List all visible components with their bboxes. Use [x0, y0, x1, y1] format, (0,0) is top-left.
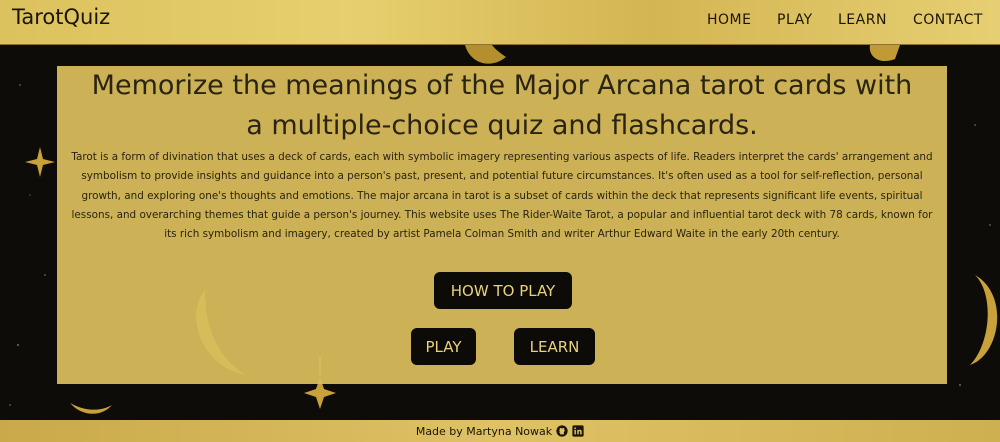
nav-play[interactable]: PLAY [777, 12, 813, 28]
nav-learn[interactable]: LEARN [838, 12, 887, 28]
nav-home[interactable]: HOME [707, 12, 751, 28]
page-title-line-1: Memorize the meanings of the Major Arcan… [91, 70, 913, 101]
github-icon[interactable] [556, 425, 568, 437]
footer-credit: Made by Martyna Nowak [415, 424, 553, 438]
linkedin-icon[interactable] [572, 425, 584, 437]
footer: Made by Martyna Nowak [0, 420, 1000, 442]
nav-contact[interactable]: CONTACT [913, 12, 983, 28]
navbar: TarotQuiz HOME PLAY LEARN CONTACT [0, 0, 1000, 45]
play-button[interactable]: PLAY [411, 328, 476, 365]
page-title-line-2: a multiple-choice quiz and flashcards. [246, 110, 758, 141]
intro-panel: Memorize the meanings of the Major Arcan… [57, 66, 947, 384]
tarot-description: Tarot is a form of divination that uses … [71, 151, 933, 241]
page-title: Memorize the meanings of the Major Arcan… [57, 66, 947, 146]
learn-button[interactable]: LEARN [514, 328, 595, 365]
how-to-play-button[interactable]: HOW TO PLAY [434, 272, 572, 309]
brand-logo[interactable]: TarotQuiz [12, 5, 110, 29]
